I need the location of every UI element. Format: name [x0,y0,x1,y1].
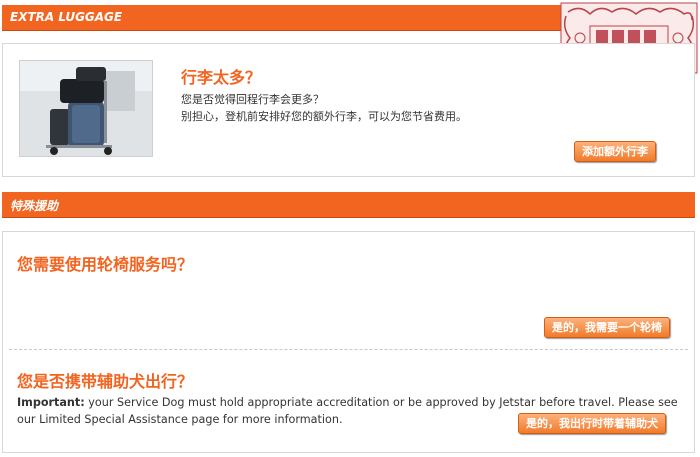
extra-luggage-header-title: EXTRA LUGGAGE [10,10,123,24]
luggage-cart-photo [19,60,153,157]
add-extra-luggage-button[interactable]: 添加额外行李 [574,141,656,162]
extra-luggage-line2: 别担心，登机前安排好您的额外行李，可以为您节省费用。 [181,110,467,123]
wheelchair-yes-button[interactable]: 是的，我需要一个轮椅 [544,317,670,338]
important-label: Important: [17,396,85,409]
special-assistance-panel: 您需要使用轮椅服务吗？ 是的，我需要一个轮椅 您是否携带辅助犬出行？ Impor… [2,231,695,453]
section-divider [9,349,688,350]
special-assistance-header: 特殊援助 [2,192,695,218]
wheelchair-question: 您需要使用轮椅服务吗？ [17,255,194,274]
service-dog-yes-button[interactable]: 是的，我出行时带着辅助犬 [518,413,666,434]
special-assistance-header-title: 特殊援助 [10,199,59,213]
extra-luggage-panel: 行李太多？ 您是否觉得回程行李会更多？ 别担心，登机前安排好您的额外行李，可以为… [2,43,695,177]
extra-luggage-line1: 您是否觉得回程行李会更多？ [181,93,324,106]
extra-luggage-title: 行李太多？ [181,68,262,87]
service-dog-question: 您是否携带辅助犬出行？ [17,372,194,391]
